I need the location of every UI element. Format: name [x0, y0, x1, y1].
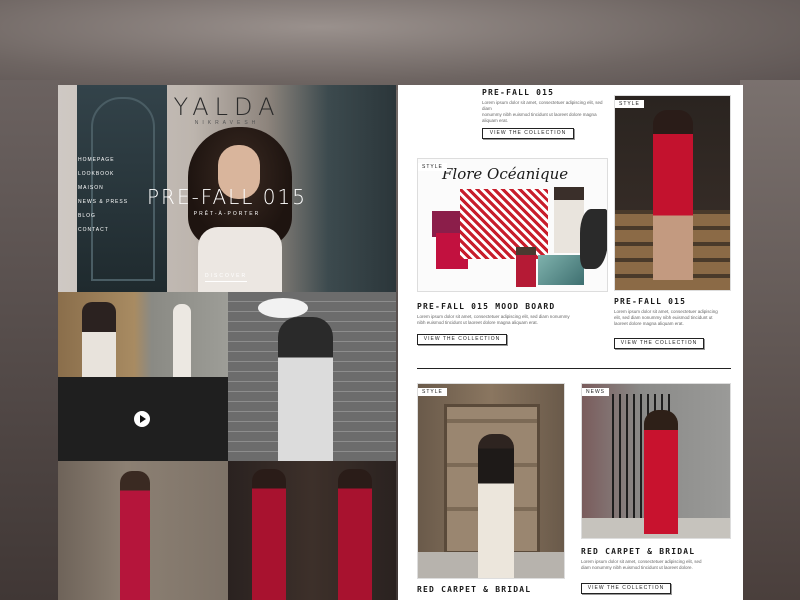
mood-board-script-title: Flore Océanique: [442, 165, 569, 183]
background-blur-left: [0, 80, 60, 600]
grid-tile-stone-wall[interactable]: [58, 461, 228, 600]
grid-tile-video[interactable]: [58, 377, 228, 461]
grid-tile-doorway[interactable]: [58, 292, 228, 377]
view-collection-button-1[interactable]: VIEW THE COLLECTION: [482, 128, 574, 139]
view-collection-button-2[interactable]: VIEW THE COLLECTION: [417, 334, 507, 345]
doorway-model-image[interactable]: STYLE: [417, 383, 565, 579]
mood-board-description: Lorem ipsum dolor sit amet, consectetuer…: [417, 314, 570, 325]
gate-title[interactable]: RED CARPET & BRIDAL: [581, 547, 695, 556]
background-blur-right: [740, 80, 800, 600]
mood-board-image[interactable]: STYLE Flore Océanique: [417, 158, 608, 292]
staircase-description: Lorem ipsum dolor sit amet, consectetuer…: [614, 309, 718, 326]
view-collection-button-3[interactable]: VIEW THE COLLECTION: [614, 338, 704, 349]
style-tag: STYLE: [418, 163, 447, 171]
style-tag: STYLE: [615, 100, 644, 108]
staircase-red-dress-image[interactable]: STYLE: [614, 95, 731, 291]
gate-description: Lorem ipsum dolor sit amet, consectetuer…: [581, 559, 702, 570]
homepage-mockup: YALDA NIKRAVESH HOMEPAGE LOOKBOOK MAISON…: [58, 85, 396, 600]
discover-button[interactable]: DISCOVER: [205, 273, 248, 282]
doorway-title[interactable]: RED CARPET & BRIDAL: [417, 585, 531, 594]
brand-logo[interactable]: YALDA: [58, 93, 396, 121]
blog-mockup: PRE-FALL 015 Lorem ipsum dolor sit amet,…: [398, 85, 743, 600]
section-divider: [417, 368, 731, 369]
hero-banner: YALDA NIKRAVESH HOMEPAGE LOOKBOOK MAISON…: [58, 85, 396, 297]
mood-board-title[interactable]: PRE-FALL 015 MOOD BOARD: [417, 302, 555, 311]
grid-tile-hat-model[interactable]: [228, 292, 396, 461]
news-tag: NEWS: [582, 388, 609, 396]
background-blur-top: [0, 0, 800, 90]
view-collection-button-4[interactable]: VIEW THE COLLECTION: [581, 583, 671, 594]
hero-subtitle: PRÊT-À-PORTER: [193, 211, 261, 217]
brand-logo-subtitle: NIKRAVESH: [194, 120, 260, 126]
grid-tile-staircase[interactable]: [228, 461, 396, 600]
staircase-title[interactable]: PRE-FALL 015: [614, 297, 686, 306]
nav-item-homepage[interactable]: HOMEPAGE: [78, 157, 128, 163]
play-icon[interactable]: [134, 411, 150, 427]
section-description-prefall: Lorem ipsum dolor sit amet, consectetuer…: [482, 100, 603, 123]
style-tag: STYLE: [418, 388, 447, 396]
section-title-prefall: PRE-FALL 015: [482, 88, 555, 97]
hero-title: PRE-FALL 015: [147, 185, 307, 209]
hero-model-image: [180, 127, 300, 297]
gate-red-gown-image[interactable]: NEWS: [581, 383, 731, 539]
nav-item-contact[interactable]: CONTACT: [78, 227, 128, 233]
nav-item-lookbook[interactable]: LOOKBOOK: [78, 171, 128, 177]
